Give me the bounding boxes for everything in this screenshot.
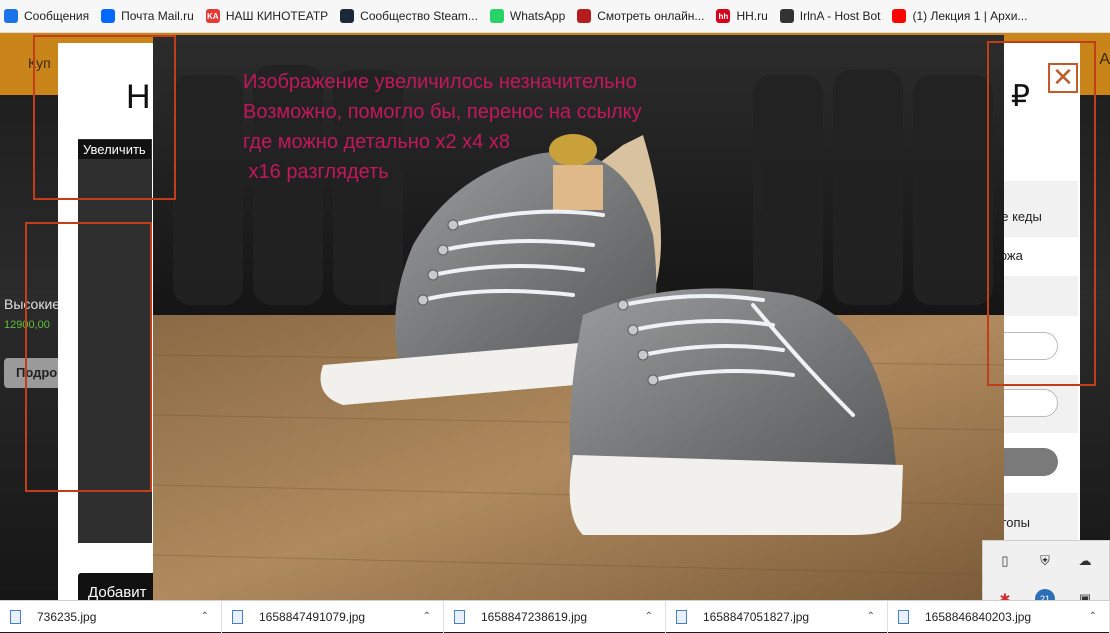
bookmark-label: НАШ КИНОТЕАТР (225, 9, 329, 23)
download-item[interactable]: 1658847238619.jpg ⌃ (444, 600, 666, 633)
bot-icon (779, 9, 794, 23)
download-filename: 1658847491079.jpg (259, 609, 366, 624)
download-filename: 736235.jpg (37, 609, 97, 624)
bookmark-label: WhatsApp (509, 9, 566, 23)
file-icon (232, 609, 243, 624)
bookmark-label: IrlnA - Host Bot (799, 9, 881, 23)
bookmark-label: Смотреть онлайн... (597, 9, 705, 23)
message-icon (4, 9, 18, 23)
bookmark-item[interactable]: (1) Лекция 1 | Архи... (892, 4, 1027, 28)
cinema-icon (577, 9, 592, 23)
chevron-up-icon[interactable]: ⌃ (867, 611, 875, 622)
chevron-up-icon[interactable]: ⌃ (645, 611, 653, 622)
bookmark-label: Сообщения (24, 9, 90, 23)
chevron-up-icon[interactable]: ⌃ (201, 611, 209, 622)
bookmark-item[interactable]: IrlnA - Host Bot (779, 4, 881, 28)
chevron-up-icon[interactable]: ⌃ (423, 611, 431, 622)
download-item[interactable]: 736235.jpg ⌃ (0, 600, 222, 633)
download-filename: 1658846840203.jpg (925, 609, 1032, 624)
download-item[interactable]: 1658847051827.jpg ⌃ (666, 600, 888, 633)
file-icon (454, 609, 465, 624)
whatsapp-icon (489, 9, 504, 23)
download-item[interactable]: 1658846840203.jpg ⌃ (888, 600, 1110, 633)
file-icon (676, 609, 687, 624)
chevron-up-icon[interactable]: ⌃ (1089, 611, 1097, 622)
bookmark-item[interactable]: WhatsApp (489, 4, 566, 28)
bookmark-label: Почта Mail.ru (121, 9, 194, 23)
download-filename: 1658847051827.jpg (703, 609, 810, 624)
mail-icon (101, 9, 116, 23)
cloud-off-icon[interactable]: ☁ (1075, 551, 1095, 571)
bookmark-label: (1) Лекция 1 | Архи... (912, 9, 1028, 23)
file-icon (10, 609, 21, 624)
hh-icon: hh (716, 9, 731, 23)
bookmark-item[interactable]: hh HH.ru (716, 4, 768, 28)
bookmark-label: HH.ru (736, 9, 768, 23)
bookmark-item[interactable]: Почта Mail.ru (101, 4, 194, 28)
bookmark-item[interactable]: Смотреть онлайн... (577, 4, 704, 28)
ka-icon: KA (205, 9, 220, 23)
highlight-box (33, 35, 176, 200)
youtube-icon (892, 9, 907, 23)
highlight-box (987, 41, 1096, 386)
download-item[interactable]: 1658847491079.jpg ⌃ (222, 600, 444, 633)
bookmark-item[interactable]: Сообщество Steam... (340, 4, 478, 28)
nav-item-right[interactable]: А (1099, 51, 1110, 69)
highlight-box (25, 222, 152, 492)
download-filename: 1658847238619.jpg (481, 609, 588, 624)
shield-warning-icon[interactable]: ⛨ (1035, 551, 1055, 571)
bookmark-item[interactable]: KA НАШ КИНОТЕАТР (205, 4, 329, 28)
steam-icon (340, 9, 355, 23)
annotation-note: Изображение увеличилось незначительно Во… (243, 71, 642, 183)
bookmark-item[interactable]: Сообщения (4, 4, 89, 28)
file-icon (898, 609, 909, 624)
usb-icon[interactable]: ▯ (995, 551, 1015, 571)
bookmark-label: Сообщество Steam... (360, 9, 478, 23)
downloads-bar: 736235.jpg ⌃ 1658847491079.jpg ⌃ 16588472386… (0, 600, 1110, 633)
bookmarks-bar: Сообщения Почта Mail.ru KA НАШ КИНОТЕАТР Соо… (0, 0, 1110, 33)
